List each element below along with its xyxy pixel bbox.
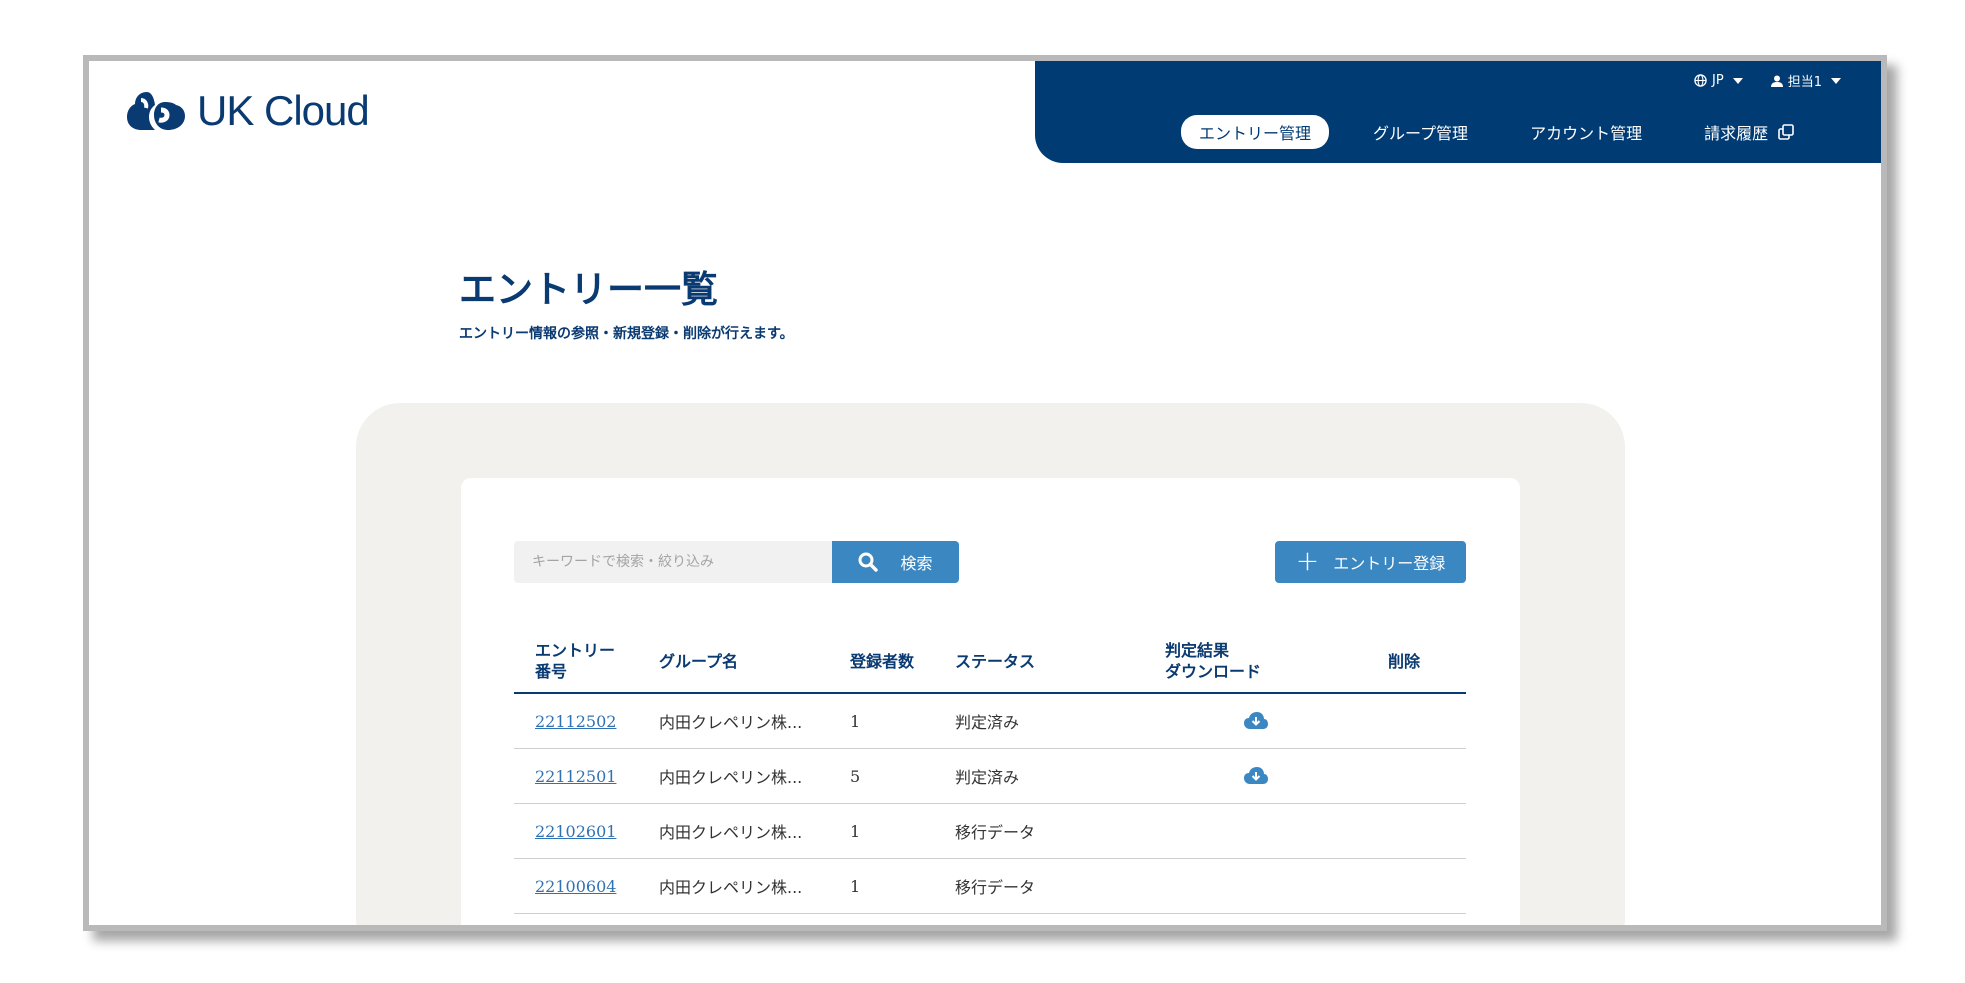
group-name-cell: 内田クレペリン株... — [638, 858, 829, 914]
col-download-line2: ダウンロード — [1165, 662, 1262, 681]
delete-cell — [1367, 858, 1466, 914]
user-icon — [1770, 75, 1783, 87]
group-name-cell: 内田クレペリン株... — [638, 748, 829, 804]
entry-number-link[interactable]: 22112501 — [535, 767, 616, 786]
nav-label: アカウント管理 — [1530, 124, 1643, 143]
entry-number-link[interactable]: 22102601 — [535, 822, 616, 841]
table-row: 22100604 内田クレペリン株... 1 移行データ — [514, 858, 1466, 914]
status-cell: 判定済み — [934, 693, 1144, 749]
download-cell — [1144, 803, 1367, 859]
chevron-down-icon — [1831, 77, 1841, 84]
nav-group-management[interactable]: グループ管理 — [1355, 115, 1486, 149]
header-nav-panel: JP 担当1 エントリー管理 グループ管理 アカウント管理 請求履歴 — [1035, 61, 1881, 163]
col-entry-number[interactable]: エントリー 番号 — [514, 636, 638, 694]
add-entry-label: エントリー登録 — [1333, 554, 1446, 573]
content-panel: 検索 + エントリー登録 エントリー 番号 グループ名 登録者数 ステータス — [356, 403, 1625, 925]
download-cell — [1144, 858, 1367, 914]
nav-account-management[interactable]: アカウント管理 — [1512, 115, 1660, 149]
member-count-cell: 1 — [829, 858, 934, 914]
language-selector[interactable]: JP — [1694, 73, 1743, 88]
page-title: エントリー一覧 — [459, 268, 718, 311]
brand-name: UK Cloud — [197, 87, 370, 134]
col-member-count[interactable]: 登録者数 — [829, 636, 934, 694]
entry-number-cell: 22112501 — [514, 748, 638, 804]
page-description: エントリー情報の参照・新規登録・削除が行えます。 — [459, 326, 794, 342]
plus-icon: + — [1295, 543, 1320, 577]
nav-billing-history[interactable]: 請求履歴 — [1686, 115, 1812, 149]
external-link-icon — [1778, 124, 1794, 140]
nav-entry-management[interactable]: エントリー管理 — [1181, 115, 1330, 149]
member-count-cell: 1 — [829, 693, 934, 749]
search-input[interactable] — [514, 541, 832, 583]
utility-bar: JP 担当1 — [1694, 71, 1841, 90]
delete-cell — [1367, 803, 1466, 859]
search-button-label: 検索 — [900, 554, 933, 573]
table-row: 22112502 内田クレペリン株... 1 判定済み — [514, 693, 1466, 749]
download-cell — [1144, 748, 1367, 804]
col-status[interactable]: ステータス — [934, 636, 1144, 694]
nav-label: 請求履歴 — [1704, 124, 1769, 143]
entry-number-link[interactable]: 22112502 — [535, 712, 616, 731]
nav-label: グループ管理 — [1373, 124, 1469, 143]
group-name-cell: 内田クレペリン株... — [638, 693, 829, 749]
member-count-cell: 1 — [829, 803, 934, 859]
status-cell: 移行データ — [934, 858, 1144, 914]
entry-number-cell: 22100604 — [514, 858, 638, 914]
chevron-down-icon — [1732, 77, 1743, 84]
nav-label: エントリー管理 — [1199, 124, 1312, 143]
delete-cell — [1367, 748, 1466, 804]
search-icon — [858, 552, 879, 572]
uk-cloud-logo-icon — [127, 92, 185, 130]
add-entry-button[interactable]: + エントリー登録 — [1275, 541, 1466, 583]
col-download: 判定結果 ダウンロード — [1144, 636, 1367, 694]
user-name: 担当1 — [1787, 75, 1822, 90]
globe-icon — [1694, 74, 1707, 87]
table-row: 22102601 内田クレペリン株... 1 移行データ — [514, 803, 1466, 859]
cloud-download-icon[interactable] — [1243, 766, 1269, 786]
col-delete: 削除 — [1367, 636, 1466, 694]
status-cell: 判定済み — [934, 748, 1144, 804]
entry-number-link[interactable]: 22100604 — [535, 877, 616, 896]
brand-logo[interactable]: UK Cloud — [127, 87, 370, 135]
download-cell — [1144, 693, 1367, 749]
table-header-row: エントリー 番号 グループ名 登録者数 ステータス 判定結果 ダウンロード 削除 — [514, 636, 1466, 694]
delete-cell — [1367, 693, 1466, 749]
table-row: 22112501 内田クレペリン株... 5 判定済み — [514, 748, 1466, 804]
main-nav: エントリー管理 グループ管理 アカウント管理 請求履歴 — [1181, 115, 1838, 149]
browser-frame: UK Cloud JP 担当1 エントリー管理 グループ管理 アカウント管理 請… — [83, 55, 1887, 931]
col-entry-number-line2: 番号 — [535, 662, 568, 681]
group-name-cell: 内田クレペリン株... — [638, 803, 829, 859]
entry-number-cell: 22102601 — [514, 803, 638, 859]
col-entry-number-line1: エントリー — [535, 641, 616, 661]
entry-table: エントリー 番号 グループ名 登録者数 ステータス 判定結果 ダウンロード 削除 — [514, 636, 1466, 914]
entry-list-card: 検索 + エントリー登録 エントリー 番号 グループ名 登録者数 ステータス — [461, 478, 1520, 925]
col-download-line1: 判定結果 — [1165, 641, 1230, 661]
search-button[interactable]: 検索 — [832, 541, 959, 583]
member-count-cell: 5 — [829, 748, 934, 804]
status-cell: 移行データ — [934, 803, 1144, 859]
user-menu[interactable]: 担当1 — [1770, 71, 1841, 90]
col-group-name[interactable]: グループ名 — [638, 636, 829, 694]
entry-number-cell: 22112502 — [514, 693, 638, 749]
cloud-download-icon[interactable] — [1243, 711, 1269, 731]
language-label: JP — [1712, 73, 1724, 88]
